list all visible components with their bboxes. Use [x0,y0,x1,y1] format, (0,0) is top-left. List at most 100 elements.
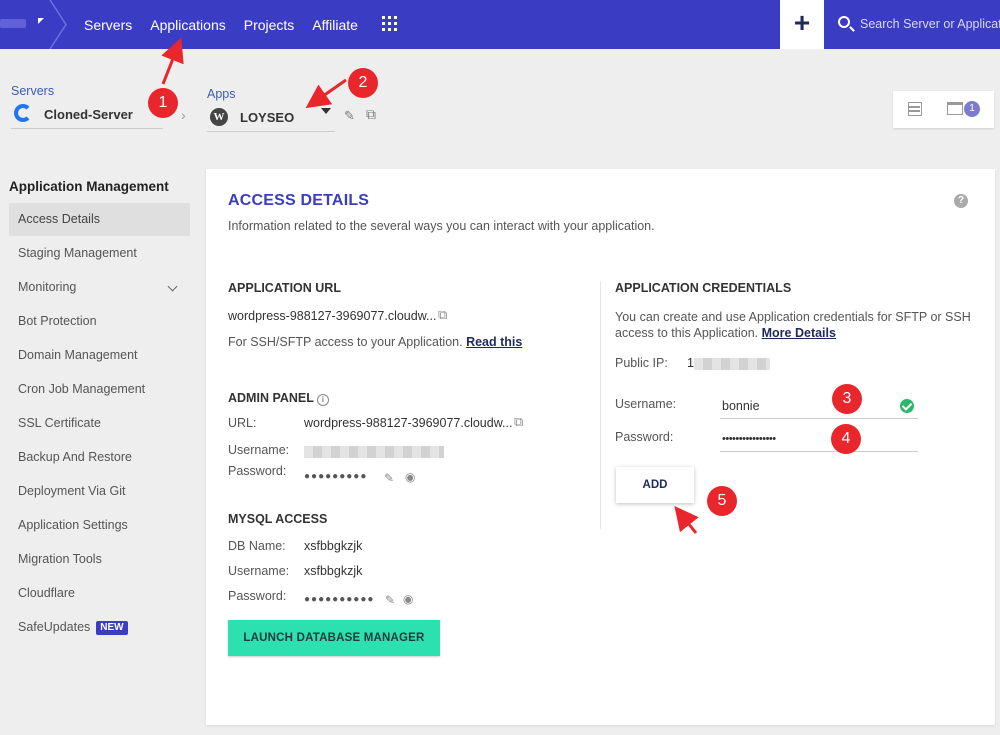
admin-username-label: Username: [228,443,290,457]
external-link-icon[interactable]: ⧉ [438,307,447,323]
credentials-desc-line1: You can create and use Application crede… [615,310,971,324]
db-password-label: Password: [228,589,287,603]
apps-grid-icon[interactable] [382,16,397,31]
server-selector[interactable]: Cloned-Server [11,103,163,129]
folder-icon[interactable] [947,102,963,115]
cred-password-label: Password: [615,430,674,444]
page-description: Information related to the several ways … [228,219,655,233]
mysql-access-title: MYSQL ACCESS [228,512,328,526]
admin-password-label: Password: [228,464,287,478]
sidebar-item-domain-management[interactable]: Domain Management [9,339,190,372]
more-details-link[interactable]: More Details [762,326,836,340]
ssh-note-text: For SSH/SFTP access to your Application. [228,335,463,349]
breadcrumb-chevron-icon [49,0,67,49]
admin-url-value[interactable]: wordpress-988127-3969077.cloudw... [304,416,512,430]
nav-applications[interactable]: Applications [150,17,226,33]
credentials-desc-line2: access to this Application. More Details [615,326,836,340]
sidebar-item-label: Monitoring [18,280,77,294]
admin-panel-label: ADMIN PANEL [228,391,314,405]
sidebar-item-deployment-via-git[interactable]: Deployment Via Git [9,475,190,508]
sidebar-item-application-settings[interactable]: Application Settings [9,509,190,542]
credentials-desc-text: access to this Application. [615,326,759,340]
annotation-arrow-1 [161,37,184,85]
db-username-label: Username: [228,564,290,578]
application-url-value[interactable]: wordpress-988127-3969077.cloudw... [228,309,436,323]
eye-icon[interactable]: ◉ [405,470,415,484]
edit-pencil-icon[interactable]: ✎ [344,108,355,124]
checkmark-icon [900,399,914,413]
public-ip-prefix: 1 [687,356,694,370]
launch-database-manager-button[interactable]: LAUNCH DATABASE MANAGER [228,620,440,656]
db-name-value: xsfbbgkzjk [304,539,363,553]
folder-count-badge: 1 [964,101,980,117]
db-username-value: xsfbbgkzjk [304,564,363,578]
search-input[interactable] [860,14,1000,34]
main-nav: Servers Applications Projects Affiliate [84,0,376,49]
sidebar-item-staging-management[interactable]: Staging Management [9,237,190,270]
read-this-link[interactable]: Read this [466,335,522,349]
sidebar-item-safeupdates[interactable]: SafeUpdates NEW [9,611,190,644]
apps-label: Apps [207,87,236,101]
info-icon[interactable]: i [316,394,329,406]
annotation-5: 5 [707,486,737,516]
view-tools: 1 [893,91,994,128]
search-icon [838,16,850,28]
list-view-icon[interactable] [908,102,922,116]
db-password-value: ●●●●●●●●●● [304,594,375,605]
credentials-title: APPLICATION CREDENTIALS [615,281,792,295]
chevron-down-icon [167,281,178,292]
add-credentials-button[interactable]: ADD [616,467,694,503]
access-details-card: ACCESS DETAILS Information related to th… [206,169,995,725]
admin-username-blurred [304,446,444,458]
sidebar-item-access-details[interactable]: Access Details [9,203,190,236]
dropdown-caret-icon[interactable] [321,108,331,114]
search-box [836,14,1000,34]
eye-icon[interactable]: ◉ [403,592,413,606]
nav-servers[interactable]: Servers [84,17,132,33]
annotation-2: 2 [348,68,378,98]
digitalocean-icon [14,104,32,122]
annotation-arrow-2 [305,78,347,109]
add-new-button[interactable]: + [780,0,824,49]
edit-pencil-icon[interactable]: ✎ [385,593,395,607]
cred-username-input[interactable]: bonnie [720,393,918,419]
wordpress-icon: W [210,108,228,126]
admin-panel-title: ADMIN PANEL i [228,391,329,406]
nav-projects[interactable]: Projects [244,17,295,33]
cred-password-input[interactable]: •••••••••••••••• [720,426,918,452]
ssh-note: For SSH/SFTP access to your Application.… [228,335,522,349]
sidebar-title: Application Management [9,179,169,194]
sidebar-item-cron-job-management[interactable]: Cron Job Management [9,373,190,406]
admin-password-value: ●●●●●●●●● [304,471,368,482]
column-divider [600,281,601,529]
sidebar-item-cloudflare[interactable]: Cloudflare [9,577,190,610]
edit-pencil-icon[interactable]: ✎ [384,471,394,485]
app-selector[interactable]: W LOYSEO [207,106,335,132]
annotation-4: 4 [831,424,861,454]
sidebar-item-monitoring[interactable]: Monitoring [9,271,190,304]
help-icon[interactable]: ? [954,194,968,208]
page-title: ACCESS DETAILS [228,192,370,209]
db-name-label: DB Name: [228,539,286,553]
breadcrumb-separator-icon: › [181,107,186,123]
sidebar-item-ssl-certificate[interactable]: SSL Certificate [9,407,190,440]
server-name: Cloned-Server [44,107,133,122]
servers-label: Servers [11,84,55,98]
public-ip-label: Public IP: [615,356,668,370]
annotation-3: 3 [832,384,862,414]
annotation-1: 1 [148,88,178,118]
sidebar-item-bot-protection[interactable]: Bot Protection [9,305,190,338]
external-link-icon[interactable]: ⧉ [366,106,376,123]
external-link-icon[interactable]: ⧉ [514,414,523,430]
admin-url-label: URL: [228,416,257,430]
sidebar-item-label: SafeUpdates [18,620,91,634]
sidebar-item-backup-and-restore[interactable]: Backup And Restore [9,441,190,474]
logo[interactable] [0,0,67,49]
app-name: LOYSEO [240,110,295,125]
application-url-title: APPLICATION URL [228,281,341,295]
nav-affiliate[interactable]: Affiliate [312,17,358,33]
new-badge: NEW [96,621,128,635]
sidebar-item-migration-tools[interactable]: Migration Tools [9,543,190,576]
top-navbar: Servers Applications Projects Affiliate … [0,0,1000,49]
cred-username-label: Username: [615,397,677,411]
